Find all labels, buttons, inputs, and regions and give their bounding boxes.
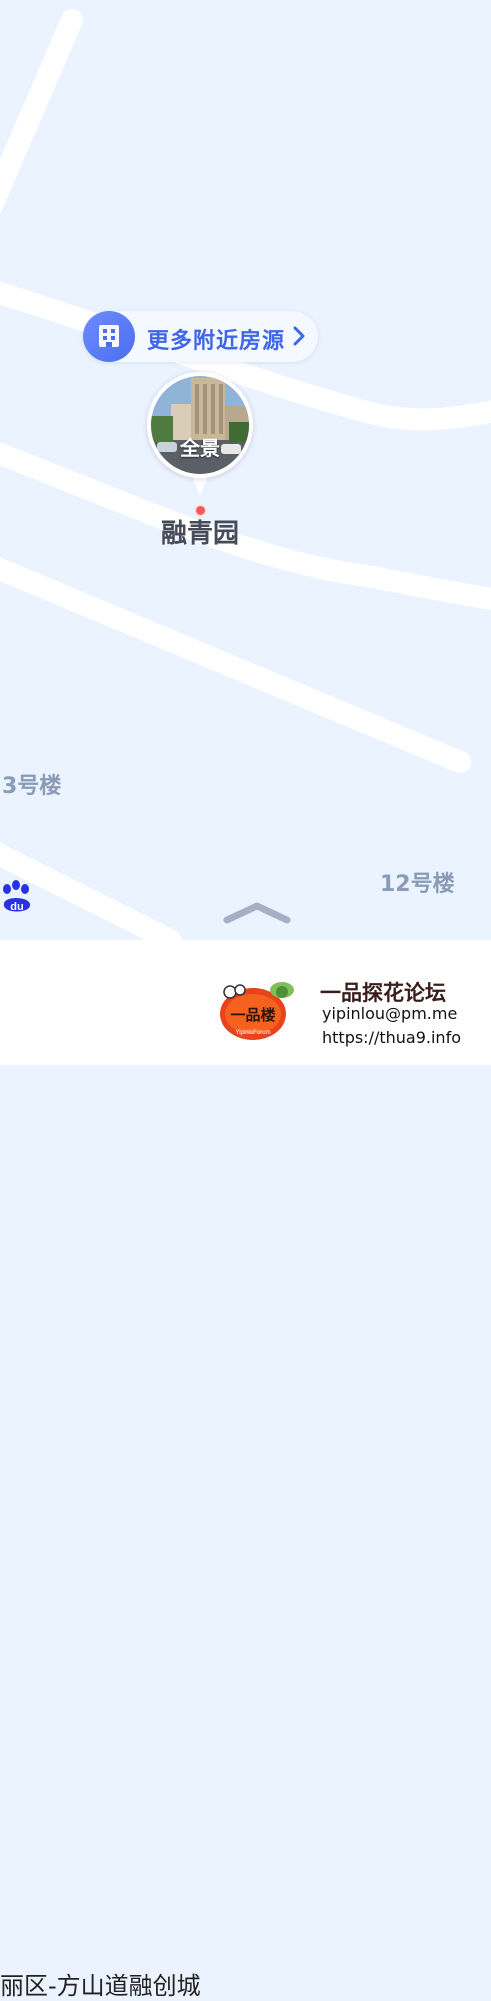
nearby-listings-label: 更多附近房源 bbox=[147, 329, 286, 354]
building-label-12: 12号楼 bbox=[380, 872, 455, 897]
watermark-title: 一品探花论坛 bbox=[320, 981, 446, 1005]
building-icon bbox=[83, 311, 135, 362]
forum-logo: 一品楼 YipinloForum bbox=[218, 976, 298, 1042]
watermark-email: yipinlou@pm.me bbox=[322, 1004, 458, 1023]
map-roads bbox=[0, 9, 491, 940]
svg-text:一品楼: 一品楼 bbox=[230, 1006, 275, 1024]
svg-text:du: du bbox=[10, 901, 23, 913]
svg-text:YipinloForum: YipinloForum bbox=[235, 1030, 270, 1036]
watermark-url: https://thua9.info bbox=[322, 1028, 461, 1047]
nearby-listings-button[interactable]: 更多附近房源 bbox=[83, 311, 318, 362]
address-text: 丽区-方山道融创城 bbox=[0, 1972, 201, 2000]
panorama-button[interactable]: 全景 bbox=[147, 372, 253, 478]
chevron-right-icon bbox=[293, 326, 305, 346]
building-label-3: 3号楼 bbox=[2, 774, 62, 799]
chevron-up-icon[interactable] bbox=[222, 900, 292, 926]
baidu-map-logo: du 地图 bbox=[0, 880, 80, 916]
panorama-label: 全景 bbox=[180, 436, 220, 460]
map-canvas[interactable]: 更多附近房源 全景 融青园 3号楼 12号楼 du bbox=[0, 0, 491, 940]
baidu-paw-icon: du bbox=[3, 880, 31, 913]
poi-name[interactable]: 融青园 bbox=[100, 513, 300, 550]
